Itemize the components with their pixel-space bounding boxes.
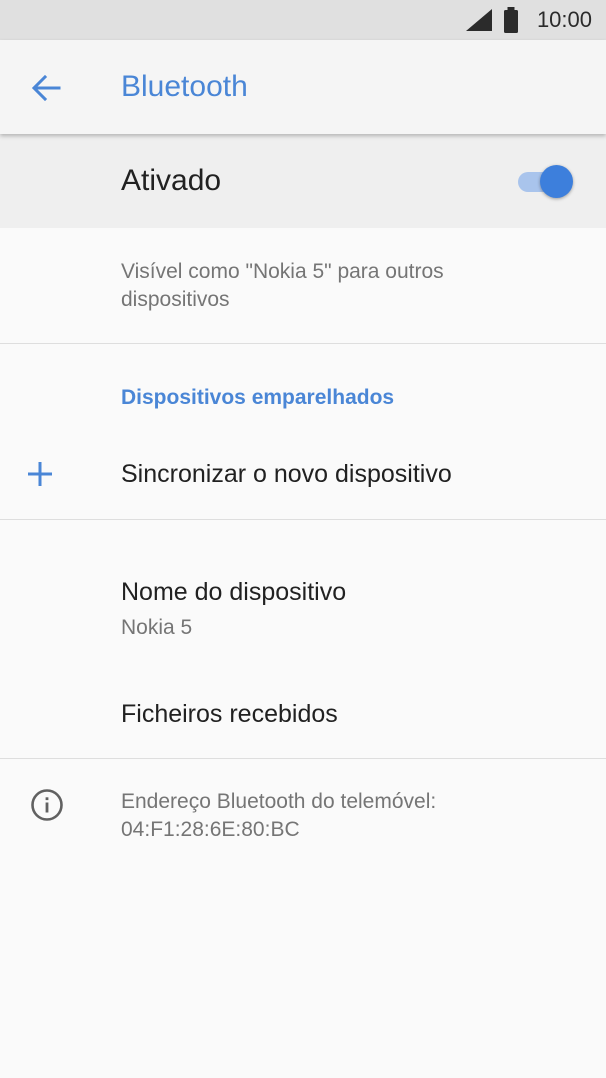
- visibility-description: Visível como "Nokia 5" para outros dispo…: [121, 260, 444, 311]
- bluetooth-master-switch-row[interactable]: Ativado: [0, 134, 606, 228]
- info-icon: [31, 789, 63, 821]
- status-icons: 10:00: [465, 0, 592, 40]
- arrow-left-icon: [31, 75, 61, 101]
- plus-icon: [28, 462, 52, 486]
- divider: [0, 758, 606, 759]
- bluetooth-address: Endereço Bluetooth do telemóvel: 04:F1:2…: [121, 788, 541, 844]
- battery-icon: [503, 7, 518, 33]
- received-files-item[interactable]: Ficheiros recebidos: [0, 678, 606, 758]
- bluetooth-address-label: Endereço Bluetooth do telemóvel:: [121, 790, 437, 813]
- master-switch-label: Ativado: [121, 164, 222, 197]
- page-title: Bluetooth: [121, 70, 248, 103]
- toggle-thumb: [540, 165, 573, 198]
- status-bar: 10:00: [0, 0, 606, 40]
- pair-new-device-item[interactable]: Sincronizar o novo dispositivo: [0, 430, 606, 519]
- received-files-title: Ficheiros recebidos: [121, 700, 338, 728]
- bluetooth-address-value: 04:F1:28:6E:80:BC: [121, 818, 300, 841]
- back-button[interactable]: [22, 66, 70, 110]
- device-name-value: Nokia 5: [121, 616, 193, 639]
- bluetooth-toggle[interactable]: [516, 164, 574, 198]
- device-name-item[interactable]: Nome do dispositivo Nokia 5: [0, 560, 606, 660]
- device-name-title: Nome do dispositivo: [121, 578, 347, 606]
- divider: [0, 519, 606, 520]
- pair-new-device-label: Sincronizar o novo dispositivo: [121, 460, 452, 488]
- app-bar: Bluetooth: [0, 40, 606, 134]
- paired-devices-header: Dispositivos emparelhados: [121, 386, 395, 409]
- signal-icon: [465, 9, 492, 31]
- divider: [0, 343, 606, 344]
- status-time: 10:00: [536, 7, 592, 32]
